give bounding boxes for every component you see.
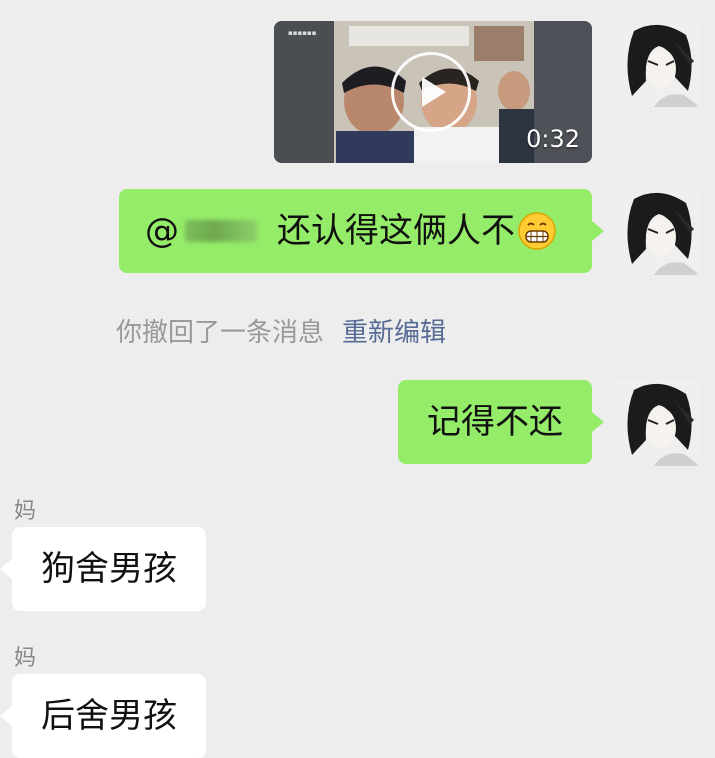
message-text: 后舍男孩	[41, 696, 177, 736]
anime-avatar-icon	[614, 380, 700, 466]
play-icon[interactable]	[391, 52, 471, 132]
sender-name: 妈	[14, 646, 37, 671]
anime-avatar-icon	[614, 21, 700, 107]
message-text: 狗舍男孩	[41, 549, 177, 589]
message-bubble-incoming[interactable]: 后舍男孩	[0, 674, 206, 758]
video-duration: 0:32	[526, 125, 580, 153]
message-text: 记得不还	[427, 402, 563, 442]
video-message[interactable]: ▪▪▪▪▪▪ 0:32	[274, 21, 592, 163]
my-avatar[interactable]	[614, 21, 700, 107]
grinning-grimace-emoji	[518, 212, 556, 250]
message-bubble-outgoing[interactable]: @ 还认得这俩人不	[119, 189, 604, 273]
message-text: 还认得这俩人不	[277, 211, 515, 251]
message-bubble-incoming[interactable]: 狗舍男孩	[0, 527, 206, 611]
svg-text:▪▪▪▪▪▪: ▪▪▪▪▪▪	[288, 29, 317, 37]
sender-name: 妈	[14, 499, 37, 524]
recall-text: 你撤回了一条消息	[116, 318, 325, 348]
my-avatar[interactable]	[614, 380, 700, 466]
recall-notice: 你撤回了一条消息 重新编辑	[116, 312, 446, 349]
my-avatar[interactable]	[614, 189, 700, 275]
mention-at: @	[145, 211, 179, 251]
re-edit-link[interactable]: 重新编辑	[342, 318, 446, 348]
blurred-mention-name	[185, 220, 257, 242]
message-bubble-outgoing[interactable]: 记得不还	[398, 380, 604, 464]
anime-avatar-icon	[614, 189, 700, 275]
